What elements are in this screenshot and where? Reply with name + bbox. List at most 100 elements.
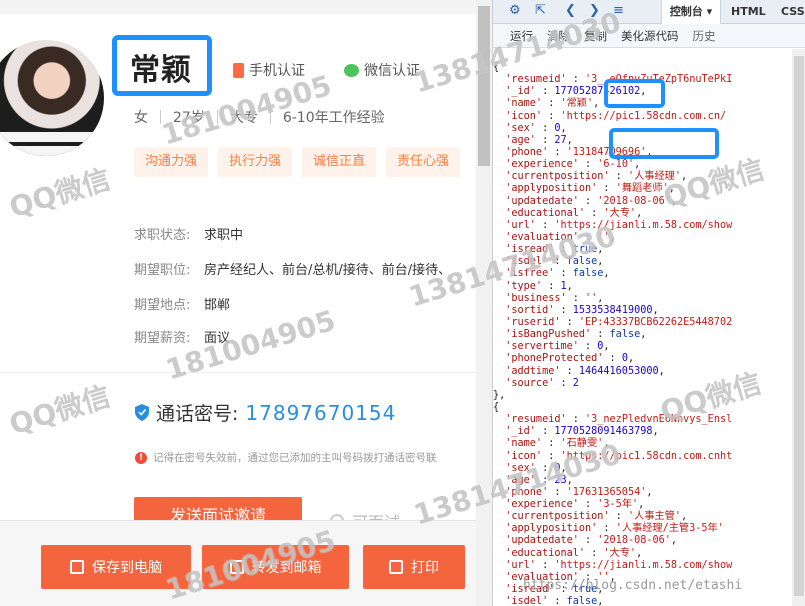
inspect-icon[interactable]: ⇱ (535, 4, 549, 18)
section-divider (0, 372, 476, 373)
console-token: 1533538419000 (572, 304, 653, 316)
skill-tag: 执行力强 (218, 147, 293, 177)
console-token: : (597, 183, 616, 195)
console-token: : (578, 341, 598, 353)
console-token: '人事经理/主管3-5年' (615, 523, 724, 535)
console-token: : (535, 122, 555, 134)
console-token: '人事主管' (627, 511, 681, 523)
beautify-button[interactable]: 美化源代码 (621, 28, 679, 44)
tab-css[interactable]: CSS (781, 0, 805, 24)
console-token: , (609, 231, 616, 243)
wechat-icon (344, 63, 359, 77)
console-token: , (680, 171, 688, 183)
divider (269, 110, 271, 124)
tab-html[interactable]: HTML (731, 0, 766, 24)
copy-button[interactable]: 复制 (584, 28, 607, 44)
console-token: , (593, 98, 600, 110)
console-token: 'sortid' (493, 304, 555, 316)
console-token: : (609, 171, 628, 183)
console-token: : (548, 596, 567, 606)
scrollbar-thumb[interactable] (478, 6, 490, 166)
console-token: 'sex' (493, 122, 536, 134)
console-token: : (542, 110, 561, 122)
console-token: 'phoneProtected' (493, 353, 604, 365)
console-line: 'applyposition' : '舞蹈老师', (493, 183, 792, 195)
console-token: 'currentposition' (493, 511, 610, 523)
console-line: 'age' : 23, (493, 475, 792, 487)
console-token: 'phone' (493, 146, 549, 158)
resume-panel: 常颖 手机认证 微信认证 女 27岁 大专 6-10年工作经验 沟通力强 执行力… (0, 0, 492, 606)
console-token: , (603, 438, 610, 450)
console-token: 'name' (493, 98, 543, 110)
experience: 6-10年工作经验 (282, 110, 385, 126)
console-token: : (542, 98, 561, 110)
tab-console[interactable]: 控制台 ▾ (661, 0, 721, 24)
console-token: : (548, 146, 567, 158)
console-token: }, (493, 389, 506, 401)
console-line: 'applyposition' : '人事经理/主管3-5年' (493, 523, 792, 535)
console-line: 'icon' : 'https://pic1.58cdn.com.cnht (493, 451, 792, 463)
job-status-row: 求职状态: 求职中 (134, 224, 243, 243)
console-token: 'applyposition' (493, 523, 598, 535)
console-token: : (578, 159, 598, 171)
desired-salary-row: 期望薪资: 面议 (134, 327, 230, 346)
console-token: 'name' (493, 438, 543, 450)
console-token: false (566, 256, 598, 268)
clear-button[interactable]: 清除 (547, 28, 570, 44)
console-token: 'addtime' (493, 365, 561, 377)
job-status-label: 求职状态: (134, 228, 191, 243)
console-token: 'type' (493, 280, 543, 292)
console-token: 'icon' (493, 450, 543, 462)
console-line: 'educational' : '大专', (493, 208, 792, 220)
console-token: , (638, 499, 645, 511)
console-token: : (548, 256, 567, 268)
forward-icon[interactable]: ❯ (589, 4, 603, 18)
console-token: 'applyposition' (493, 183, 598, 195)
history-button[interactable]: 历史 (693, 28, 716, 44)
console-token: 'phone' (493, 486, 549, 498)
console-token: : (554, 244, 573, 256)
forward-label: 转发到邮箱 (251, 560, 322, 576)
console-token: 27 (554, 134, 567, 146)
desired-location-value: 邯郸 (204, 298, 231, 313)
bug-icon[interactable]: ⚙ (509, 4, 523, 18)
console-token: false (609, 329, 641, 341)
console-line: { (493, 402, 792, 414)
console-token: '2018-08-06' (597, 195, 671, 207)
back-icon[interactable]: ❮ (565, 4, 579, 18)
console-token: 'updatedate' (493, 535, 579, 547)
console-token: { (493, 401, 500, 413)
skill-tag: 责任心强 (386, 147, 461, 177)
console-token: '_id' (493, 426, 536, 438)
save-to-computer-button[interactable]: 保存到电脑 (41, 545, 191, 589)
desired-position-value: 房产经纪人、前台/总机/接待、前台/接待、 (204, 263, 452, 278)
console-token: 'currentposition' (493, 171, 610, 183)
run-button[interactable]: 运行 (510, 28, 533, 44)
console-token: : (585, 547, 604, 559)
console-token: , (658, 365, 665, 377)
console-line: 'updatedate' : '2018-08-06', (493, 535, 792, 547)
console-token: : (578, 535, 598, 547)
call-number-value[interactable]: 17897670154 (245, 401, 396, 425)
console-token: '' (585, 292, 598, 304)
print-label: 打印 (411, 560, 439, 576)
console-token: 'educational' (493, 547, 586, 559)
console-token: : (560, 316, 579, 328)
console-token: , (636, 207, 643, 219)
alert-icon: ! (135, 451, 147, 464)
console-token: 'resumeid' (493, 414, 567, 426)
forward-to-email-button[interactable]: 转发到邮箱 (202, 545, 349, 589)
console-token: : (535, 462, 555, 474)
shield-icon (135, 404, 149, 421)
print-button[interactable]: 打印 (363, 545, 465, 589)
console-line: 'isdel' : false, (493, 596, 792, 606)
console-token: , (560, 462, 567, 474)
expand-icon[interactable]: ≡ (613, 4, 627, 18)
console-token: , (670, 195, 678, 207)
phone-icon (233, 62, 244, 78)
skill-tag: 沟通力强 (134, 147, 209, 177)
console-token: 2 (572, 377, 579, 389)
console-line: 'icon' : 'https://pic1.58cdn.com.cn/ (493, 111, 792, 123)
console-scroll-thumb[interactable] (794, 56, 804, 596)
console-token: 'https://pic1.58cdn.com.cnht (560, 450, 733, 462)
